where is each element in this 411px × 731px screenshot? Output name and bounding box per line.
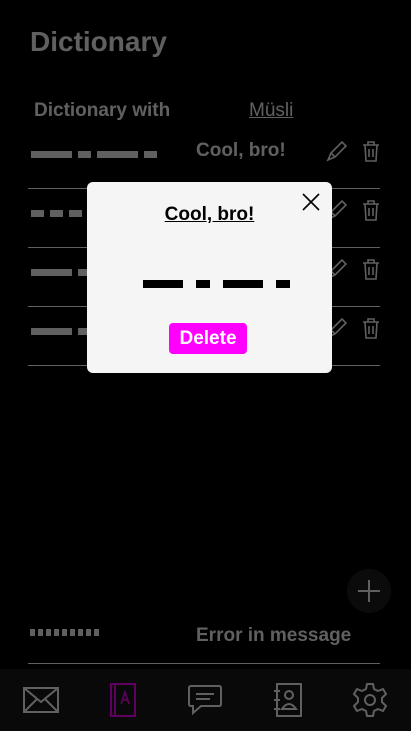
settings-icon	[352, 683, 387, 717]
dialog-title: Cool, bro!	[164, 204, 255, 225]
edit-icon[interactable]	[324, 138, 350, 164]
delete-icon[interactable]	[358, 197, 384, 223]
delete-icon[interactable]	[358, 138, 384, 164]
nav-dictionary[interactable]	[99, 676, 147, 724]
morse-code	[31, 268, 91, 276]
chat-icon	[188, 685, 223, 716]
dictionary-link[interactable]: Müsli	[249, 100, 293, 122]
morse-code	[31, 209, 82, 217]
nav-settings[interactable]	[346, 676, 394, 724]
page-title: Dictionary	[30, 26, 167, 57]
plus-icon	[358, 580, 380, 602]
nav-chat[interactable]	[181, 676, 229, 724]
delete-button[interactable]: Delete	[169, 323, 247, 354]
morse-code	[31, 327, 91, 335]
nav-contacts[interactable]	[264, 676, 312, 724]
divider	[28, 663, 380, 664]
envelope-icon	[23, 687, 60, 713]
dictionary-with-label: Dictionary with	[34, 100, 171, 121]
bottom-navbar	[0, 669, 411, 731]
delete-icon[interactable]	[358, 315, 384, 341]
add-button[interactable]	[347, 569, 391, 613]
contacts-icon	[273, 683, 302, 717]
close-icon[interactable]	[300, 191, 322, 213]
dictionary-icon	[110, 683, 137, 717]
nav-envelope[interactable]	[17, 676, 65, 724]
message-morse-code	[30, 629, 99, 636]
word-dialog: Cool, bro! Delete	[87, 182, 332, 373]
dialog-morse-code	[143, 280, 290, 288]
delete-icon[interactable]	[358, 256, 384, 282]
word-label: Cool, bro!	[196, 140, 286, 161]
list-item[interactable]: Cool, bro!	[28, 130, 380, 189]
error-message: Error in message	[196, 625, 352, 646]
dictionary-page: Dictionary Dictionary with Müsli Cool, b…	[0, 0, 411, 731]
morse-code	[31, 150, 157, 158]
